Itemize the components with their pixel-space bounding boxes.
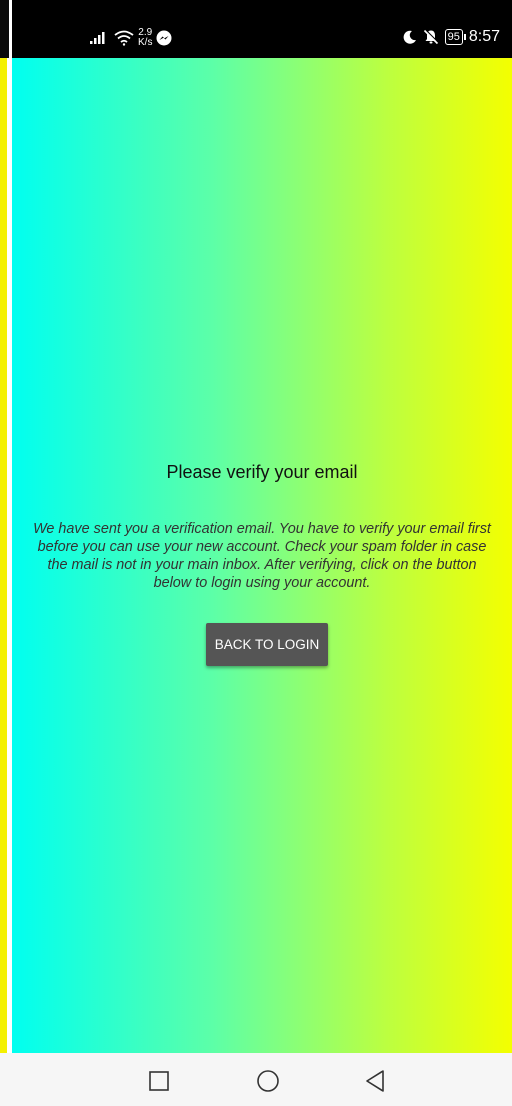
navigation-bar xyxy=(0,1053,512,1106)
back-triangle-icon[interactable] xyxy=(363,1069,387,1093)
messenger-icon xyxy=(156,30,172,46)
background-app-header-edge xyxy=(0,0,9,58)
bell-off-icon xyxy=(423,29,439,45)
recents-square-icon[interactable] xyxy=(147,1069,171,1093)
back-to-login-button[interactable]: BACK TO LOGIN xyxy=(206,623,328,666)
wifi-icon xyxy=(114,30,134,46)
battery-icon: 95 xyxy=(444,29,467,45)
network-speed: 2.9 K/s xyxy=(138,28,152,48)
verify-email-screen: Please verify your email We have sent yo… xyxy=(12,58,512,1053)
status-bar-right: 95 8:57 xyxy=(403,28,500,46)
status-time: 8:57 xyxy=(468,28,500,45)
status-bar: 2.9 K/s 95 8:57 xyxy=(12,0,512,58)
page-title: Please verify your email xyxy=(166,462,358,482)
verification-message: We have sent you a verification email. Y… xyxy=(33,521,491,591)
moon-icon xyxy=(403,30,416,44)
battery-level: 95 xyxy=(447,31,460,43)
screen: 2.9 K/s 95 8:57 Please verify your email… xyxy=(0,0,512,1106)
signal-icon xyxy=(90,32,105,44)
home-circle-icon[interactable] xyxy=(256,1069,280,1093)
status-bar-left: 2.9 K/s xyxy=(90,28,172,48)
background-app-edge xyxy=(0,0,12,1053)
background-app-body-edge xyxy=(0,58,7,1053)
network-speed-unit: K/s xyxy=(138,37,153,48)
